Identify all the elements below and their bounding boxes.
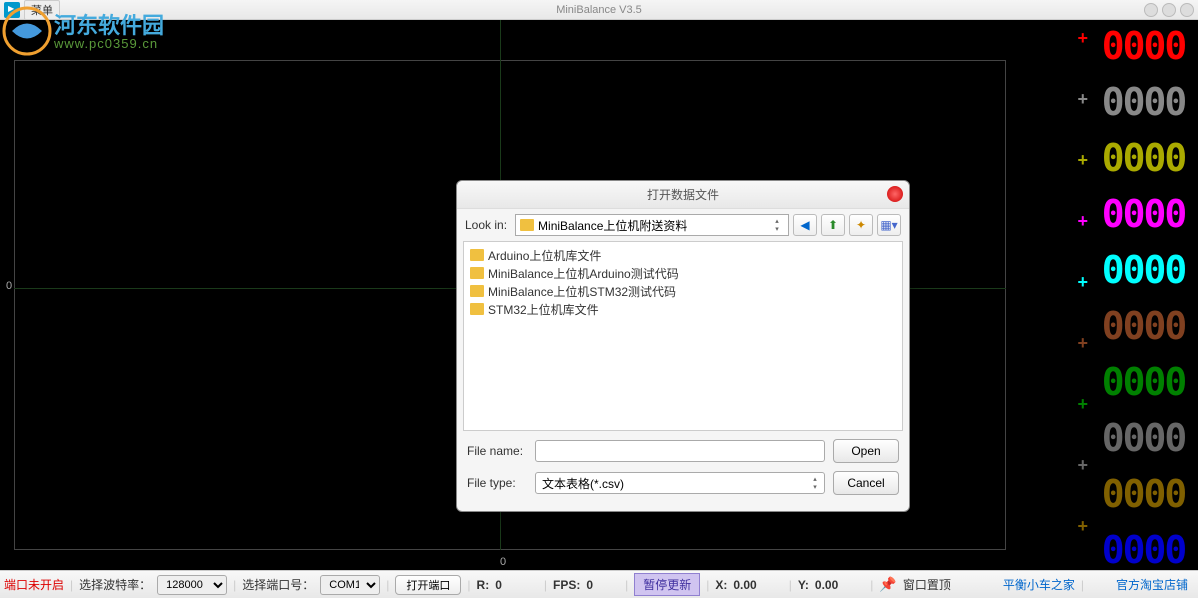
new-folder-button[interactable]: ✦ bbox=[849, 214, 873, 236]
led-readout: 0000 bbox=[1091, 526, 1196, 574]
channel-marker[interactable]: + bbox=[1077, 455, 1088, 476]
led-readout: 0000 bbox=[1091, 302, 1196, 350]
list-item[interactable]: STM32上位机库文件 bbox=[468, 300, 898, 318]
open-port-button[interactable]: 打开端口 bbox=[395, 575, 461, 595]
led-readout: 0000 bbox=[1091, 246, 1196, 294]
channel-marker[interactable]: + bbox=[1077, 89, 1088, 110]
folder-icon bbox=[470, 267, 484, 279]
led-readout: 0000 bbox=[1091, 22, 1196, 70]
folder-icon bbox=[520, 219, 534, 231]
channel-marker[interactable]: + bbox=[1077, 333, 1088, 354]
up-button[interactable]: ⬆ bbox=[821, 214, 845, 236]
file-open-dialog: 打开数据文件 Look in: MiniBalance上位机附送资料 ▴▾ ◀ … bbox=[456, 180, 910, 512]
led-readout: 0000 bbox=[1091, 470, 1196, 518]
lookin-value: MiniBalance上位机附送资料 bbox=[538, 217, 687, 234]
channel-marker[interactable]: + bbox=[1077, 28, 1088, 49]
lookin-label: Look in: bbox=[465, 218, 507, 232]
x-axis-zero-label: 0 bbox=[500, 556, 506, 568]
baud-label: 选择波特率： bbox=[79, 576, 151, 593]
list-item[interactable]: MiniBalance上位机Arduino测试代码 bbox=[468, 264, 898, 282]
channel-marker[interactable]: + bbox=[1077, 150, 1088, 171]
x-value: 0.00 bbox=[733, 578, 756, 592]
dialog-title-text: 打开数据文件 bbox=[647, 188, 719, 202]
close-button[interactable] bbox=[1180, 3, 1194, 17]
window-title: MiniBalance V3.5 bbox=[556, 4, 642, 16]
r-label: R: bbox=[477, 578, 490, 592]
y-axis-zero-label: 0 bbox=[6, 280, 12, 292]
pin-icon: 📌 bbox=[879, 576, 896, 593]
separator: | bbox=[233, 578, 236, 592]
window-controls bbox=[1144, 3, 1194, 17]
folder-icon bbox=[470, 249, 484, 261]
channel-marker[interactable]: + bbox=[1077, 394, 1088, 415]
list-item[interactable]: MiniBalance上位机STM32测试代码 bbox=[468, 282, 898, 300]
y-value: 0.00 bbox=[815, 578, 838, 592]
pause-button[interactable]: 暂停更新 bbox=[634, 573, 700, 596]
baud-select[interactable]: 128000 bbox=[157, 575, 227, 595]
separator: | bbox=[870, 578, 873, 592]
dialog-bottom: File name: Open File type: 文本表格(*.csv) ▴… bbox=[457, 431, 909, 511]
separator: | bbox=[70, 578, 73, 592]
led-readout: 0000 bbox=[1091, 190, 1196, 238]
separator: | bbox=[467, 578, 470, 592]
file-name: STM32上位机库文件 bbox=[488, 301, 599, 318]
port-status: 端口未开启 bbox=[4, 576, 64, 593]
led-readout: 0000 bbox=[1091, 414, 1196, 462]
link-home[interactable]: 平衡小车之家 bbox=[1003, 576, 1075, 593]
filetype-label: File type: bbox=[467, 476, 527, 490]
view-mode-button[interactable]: ▦▾ bbox=[877, 214, 901, 236]
folder-icon bbox=[470, 285, 484, 297]
file-list[interactable]: Arduino上位机库文件MiniBalance上位机Arduino测试代码Mi… bbox=[463, 241, 903, 431]
separator: | bbox=[386, 578, 389, 592]
filename-label: File name: bbox=[467, 444, 527, 458]
list-item[interactable]: Arduino上位机库文件 bbox=[468, 246, 898, 264]
back-button[interactable]: ◀ bbox=[793, 214, 817, 236]
channel-marker[interactable]: + bbox=[1077, 211, 1088, 232]
lookin-combo[interactable]: MiniBalance上位机附送资料 ▴▾ bbox=[515, 214, 789, 236]
led-readout: 0000 bbox=[1091, 134, 1196, 182]
logo-url: www.pc0359.cn bbox=[54, 36, 158, 51]
separator: | bbox=[625, 578, 628, 592]
file-name: MiniBalance上位机Arduino测试代码 bbox=[488, 265, 679, 282]
statusbar: 端口未开启 | 选择波特率： 128000 | 选择端口号： COM1 | 打开… bbox=[0, 570, 1198, 598]
x-label: X: bbox=[715, 578, 727, 592]
file-name: Arduino上位机库文件 bbox=[488, 247, 601, 264]
led-readout: 0000 bbox=[1091, 358, 1196, 406]
dialog-toolbar: Look in: MiniBalance上位机附送资料 ▴▾ ◀ ⬆ ✦ ▦▾ bbox=[457, 209, 909, 241]
filetype-value: 文本表格(*.csv) bbox=[542, 475, 624, 492]
dialog-close-button[interactable] bbox=[887, 186, 903, 202]
separator: | bbox=[1081, 578, 1084, 592]
fps-value: 0 bbox=[586, 578, 593, 592]
minimize-button[interactable] bbox=[1144, 3, 1158, 17]
port-label: 选择端口号： bbox=[242, 576, 314, 593]
r-value: 0 bbox=[495, 578, 502, 592]
topmost-label[interactable]: 窗口置顶 bbox=[903, 576, 951, 593]
open-button[interactable]: Open bbox=[833, 439, 899, 463]
logo-icon bbox=[2, 6, 52, 56]
link-shop[interactable]: 官方淘宝店铺 bbox=[1116, 576, 1188, 593]
channel-marker[interactable]: + bbox=[1077, 516, 1088, 537]
channel-markers: ++++++++++ bbox=[1077, 28, 1088, 598]
filetype-select[interactable]: 文本表格(*.csv) ▴▾ bbox=[535, 472, 825, 494]
fps-label: FPS: bbox=[553, 578, 580, 592]
separator: | bbox=[544, 578, 547, 592]
watermark-logo: 河东软件园 www.pc0359.cn bbox=[0, 0, 190, 60]
folder-icon bbox=[470, 303, 484, 315]
separator: | bbox=[706, 578, 709, 592]
cancel-button[interactable]: Cancel bbox=[833, 471, 899, 495]
file-name: MiniBalance上位机STM32测试代码 bbox=[488, 283, 676, 300]
dialog-title: 打开数据文件 bbox=[457, 181, 909, 209]
separator: | bbox=[789, 578, 792, 592]
channel-marker[interactable]: + bbox=[1077, 272, 1088, 293]
maximize-button[interactable] bbox=[1162, 3, 1176, 17]
port-select[interactable]: COM1 bbox=[320, 575, 380, 595]
led-readout: 0000 bbox=[1091, 78, 1196, 126]
y-label: Y: bbox=[798, 578, 809, 592]
filename-input[interactable] bbox=[535, 440, 825, 462]
led-displays: 0000 0000 0000 0000 0000 0000 0000 0000 0000 0000 bbox=[1091, 22, 1196, 574]
